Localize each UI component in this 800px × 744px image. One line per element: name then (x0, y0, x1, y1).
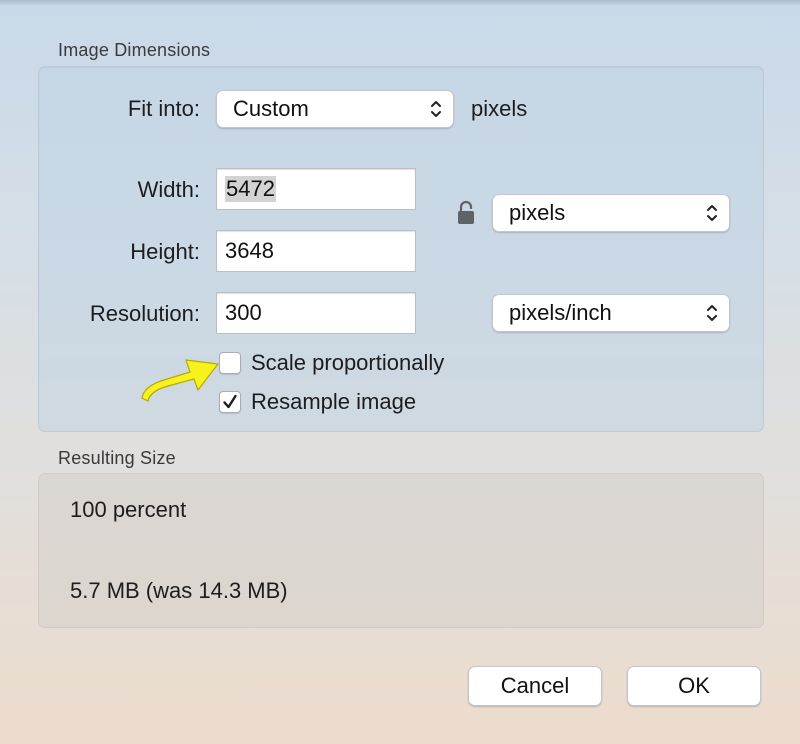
cancel-button[interactable]: Cancel (468, 666, 602, 706)
fit-into-value: Custom (233, 96, 309, 121)
size-unit-popup[interactable]: pixels (492, 194, 730, 232)
fit-into-unit: pixels (471, 96, 528, 121)
height-value: 3648 (225, 238, 274, 263)
fit-into-label: Fit into: (127, 96, 200, 121)
up-down-chevron-icon (707, 305, 717, 321)
resolution-unit-popup[interactable]: pixels/inch (492, 294, 730, 332)
scale-proportionally-label[interactable]: Scale proportionally (251, 350, 444, 376)
image-dimensions-title: Image Dimensions (58, 40, 211, 60)
width-field[interactable]: 5472 (216, 168, 416, 210)
yellow-arrow-icon (141, 359, 219, 402)
fit-into-popup[interactable]: Custom (216, 90, 454, 128)
resolution-unit-value: pixels/inch (509, 300, 612, 325)
resolution-value: 300 (225, 300, 262, 325)
resulting-percent: 100 percent (70, 497, 187, 522)
height-field[interactable]: 3648 (216, 230, 416, 272)
resulting-size-title: Resulting Size (58, 448, 176, 468)
resample-image-label[interactable]: Resample image (251, 389, 416, 415)
ok-button[interactable]: OK (627, 666, 761, 706)
up-down-chevron-icon (707, 205, 717, 221)
resulting-file-size: 5.7 MB (was 14.3 MB) (70, 578, 288, 603)
up-down-chevron-icon (431, 101, 441, 117)
height-label: Height: (130, 239, 200, 264)
lock-icon[interactable] (456, 200, 476, 226)
size-unit-value: pixels (509, 200, 566, 225)
window-top-shadow (0, 0, 800, 6)
width-label: Width: (137, 177, 200, 202)
resolution-label: Resolution: (89, 301, 200, 326)
width-value: 5472 (225, 176, 276, 202)
resolution-field[interactable]: 300 (216, 292, 416, 334)
